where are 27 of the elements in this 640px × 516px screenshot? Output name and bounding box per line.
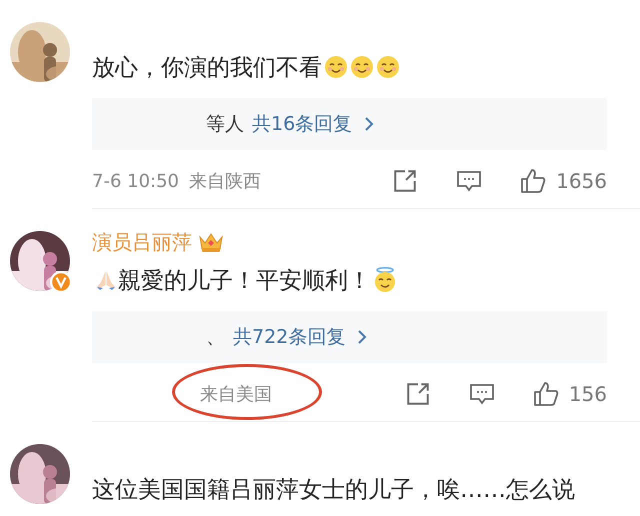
smiley-icon [350,54,374,80]
reply-count-link[interactable]: 共16条回复 [252,111,352,137]
thumbs-up-icon[interactable] [532,381,559,407]
smiley-icon [324,54,348,80]
smiley-icon [376,54,400,80]
comment-text: 親愛的儿子！平安顺利！ [118,266,371,296]
timestamp: 7-6 10:50 [92,170,179,192]
comment-icon[interactable] [456,168,482,194]
crown-icon [198,231,224,253]
reply-users: 、 [206,325,225,350]
comment-text: 这位美国国籍吕丽萍女士的儿子，唉……怎么说 [92,476,575,504]
like-count: 156 [568,382,607,406]
location-label: 来自美国 [200,384,272,405]
like-count: 1656 [556,169,607,193]
comment-icon[interactable] [468,381,495,407]
chevron-right-icon [357,329,368,345]
location-label: 来自陕西 [189,171,261,192]
thumbs-up-icon[interactable] [520,168,546,194]
replies-panel[interactable]: 、 共722条回复 [92,311,607,363]
share-icon[interactable] [392,168,418,194]
reply-users: 等人 [206,112,244,137]
comment-text: 放心，你演的我们不看 [92,54,322,82]
share-icon[interactable] [404,381,431,407]
replies-panel[interactable]: 等人 共16条回复 [92,98,607,150]
chevron-right-icon [364,116,374,132]
halo-smiley-icon [373,267,397,293]
reply-count-link[interactable]: 共722条回复 [233,324,346,350]
